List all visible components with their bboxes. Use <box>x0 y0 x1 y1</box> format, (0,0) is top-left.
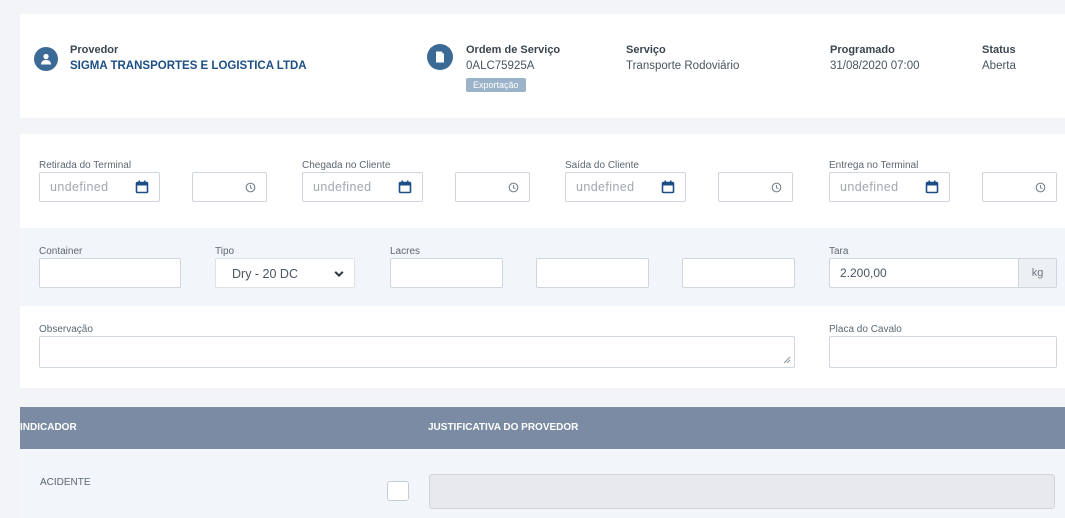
scheduled-label: Programado <box>830 44 895 56</box>
accident-checkbox[interactable] <box>387 481 409 501</box>
tare-input[interactable]: 2.200,00 kg <box>829 258 1057 288</box>
terminal-delivery-date-input[interactable]: undefined <box>829 172 950 202</box>
client-arrival-date-input[interactable]: undefined <box>302 172 423 202</box>
calendar-icon[interactable] <box>661 180 675 194</box>
container-label: Container <box>39 246 83 257</box>
status-label: Status <box>982 44 1016 56</box>
resize-handle-icon[interactable] <box>783 356 791 364</box>
tare-unit: kg <box>1018 259 1056 287</box>
terminal-delivery-time-input[interactable] <box>982 172 1057 202</box>
terminal-pickup-date-placeholder: undefined <box>50 180 109 194</box>
provider-label: Provedor <box>70 44 119 56</box>
type-select-value: Dry - 20 DC <box>232 267 298 281</box>
terminal-pickup-label: Retirada do Terminal <box>39 160 132 171</box>
order-type-badge: Exportação <box>466 78 526 92</box>
indicator-table-header: INDICADOR JUSTIFICATIVA DO PROVEDOR <box>20 407 1065 449</box>
order-header-card: Provedor SIGMA TRANSPORTES E LOGISTICA L… <box>20 14 1065 118</box>
client-departure-label: Saída do Cliente <box>565 160 639 171</box>
client-departure-date-input[interactable]: undefined <box>565 172 686 202</box>
clock-icon[interactable] <box>1035 182 1046 193</box>
chevron-down-icon <box>334 271 344 278</box>
terminal-delivery-label: Entrega no Terminal <box>829 160 919 171</box>
type-label: Tipo <box>215 246 235 257</box>
service-value: Transporte Rodoviário <box>626 60 740 72</box>
scheduled-value: 31/08/2020 07:00 <box>830 60 920 72</box>
order-number: 0ALC75925A <box>466 60 535 72</box>
observation-label: Observação <box>39 324 93 335</box>
seals-label: Lacres <box>390 246 421 257</box>
client-departure-time-input[interactable] <box>718 172 793 202</box>
terminal-pickup-date-input[interactable]: undefined <box>39 172 160 202</box>
clock-icon[interactable] <box>245 182 256 193</box>
user-icon <box>34 47 58 71</box>
clock-icon[interactable] <box>771 182 782 193</box>
seal-input-2[interactable] <box>536 258 649 288</box>
client-arrival-time-input[interactable] <box>455 172 530 202</box>
col-justification: JUSTIFICATIVA DO PROVEDOR <box>428 422 579 433</box>
tare-label: Tara <box>829 246 849 257</box>
client-arrival-date-placeholder: undefined <box>313 180 372 194</box>
client-arrival-label: Chegada no Cliente <box>302 160 391 171</box>
seal-input-3[interactable] <box>682 258 795 288</box>
service-label: Serviço <box>626 44 666 56</box>
plate-label: Placa do Cavalo <box>829 324 902 335</box>
table-row: ACIDENTE <box>20 449 1065 518</box>
terminal-pickup-time-input[interactable] <box>192 172 267 202</box>
document-icon <box>427 44 453 70</box>
calendar-icon[interactable] <box>925 180 939 194</box>
status-value: Aberta <box>982 60 1016 72</box>
order-label: Ordem de Serviço <box>466 44 561 56</box>
client-departure-date-placeholder: undefined <box>576 180 635 194</box>
container-input[interactable] <box>39 258 181 288</box>
tare-value: 2.200,00 <box>840 266 887 280</box>
plate-input[interactable] <box>829 336 1057 368</box>
indicator-name: ACIDENTE <box>40 477 91 488</box>
type-select[interactable]: Dry - 20 DC <box>215 258 355 288</box>
justification-input[interactable] <box>429 474 1055 509</box>
seal-input-1[interactable] <box>390 258 503 288</box>
provider-name: SIGMA TRANSPORTES E LOGISTICA LTDA <box>70 60 307 72</box>
calendar-icon[interactable] <box>135 180 149 194</box>
terminal-delivery-date-placeholder: undefined <box>840 180 899 194</box>
calendar-icon[interactable] <box>398 180 412 194</box>
observation-textarea[interactable] <box>39 336 795 368</box>
clock-icon[interactable] <box>508 182 519 193</box>
col-indicator: INDICADOR <box>20 422 77 433</box>
